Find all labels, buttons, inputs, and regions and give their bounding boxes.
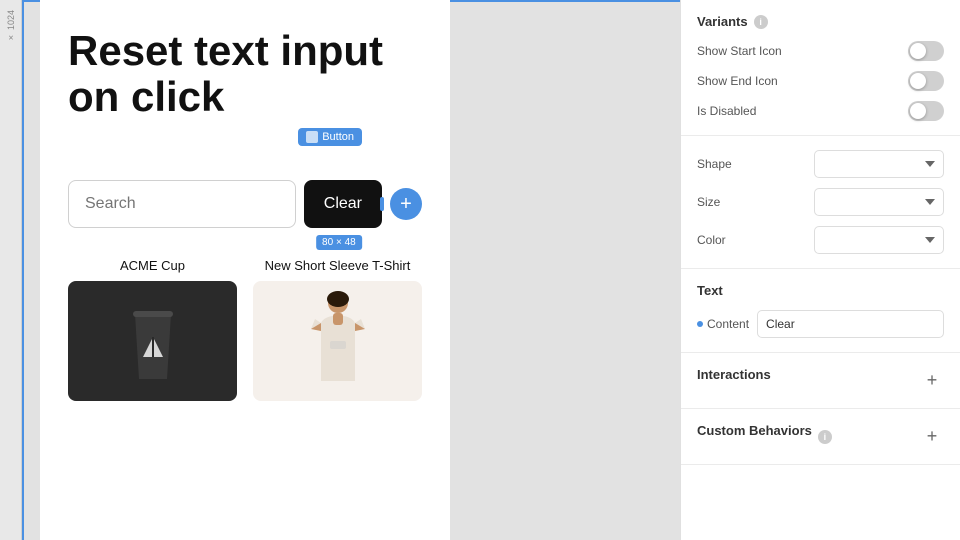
resize-handle-right[interactable] (380, 197, 384, 211)
product-name-cup: ACME Cup (68, 258, 237, 273)
color-select[interactable] (814, 226, 944, 254)
page-title: Reset text input on click (68, 28, 422, 120)
button-popup: Button (298, 128, 362, 148)
canvas-frame: Reset text input on click Button (40, 0, 450, 540)
product-card-tshirt: New Short Sleeve T-Shirt (253, 258, 422, 401)
clear-button[interactable]: Clear (304, 180, 382, 228)
search-input[interactable] (68, 180, 296, 228)
button-tag: Button (298, 128, 362, 146)
show-start-icon-row: Show Start Icon (697, 41, 944, 61)
products-grid: ACME Cup (68, 258, 422, 401)
button-tag-label: Button (322, 131, 354, 143)
color-row: Color (697, 226, 944, 254)
content-dot (697, 321, 703, 327)
canvas-area: × 1024 Reset text input on click Button (0, 0, 680, 540)
shape-size-color-section: Shape Size Color (681, 136, 960, 269)
add-button[interactable]: + (390, 188, 422, 220)
shape-select[interactable] (814, 150, 944, 178)
right-panel: Variants i Show Start Icon Show End Icon… (680, 0, 960, 540)
search-input-wrapper (68, 180, 296, 228)
is-disabled-label: Is Disabled (697, 104, 756, 118)
ruler-label: × 1024 (6, 10, 16, 43)
tshirt-svg (303, 291, 373, 391)
custom-behaviors-info-icon: i (818, 430, 832, 444)
product-name-tshirt: New Short Sleeve T-Shirt (253, 258, 422, 273)
product-image-tshirt (253, 281, 422, 401)
shape-row: Shape (697, 150, 944, 178)
content-label: Content (697, 317, 749, 331)
selection-line-left (22, 0, 24, 540)
is-disabled-row: Is Disabled (697, 101, 944, 121)
text-title: Text (697, 283, 944, 298)
text-title-text: Text (697, 283, 723, 298)
color-label: Color (697, 233, 726, 247)
content-row: Content (697, 310, 944, 338)
content-input[interactable] (757, 310, 944, 338)
custom-behaviors-section: Custom Behaviors i + (681, 409, 960, 465)
variants-info-icon: i (754, 15, 768, 29)
show-start-icon-toggle[interactable] (908, 41, 944, 61)
interactions-row: Interactions + (697, 367, 944, 394)
text-section: Text Content (681, 269, 960, 353)
is-disabled-toggle[interactable] (908, 101, 944, 121)
show-end-icon-label: Show End Icon (697, 74, 778, 88)
size-row: Size (697, 188, 944, 216)
show-end-icon-row: Show End Icon (697, 71, 944, 91)
custom-behaviors-add-button[interactable]: + (920, 425, 944, 449)
cup-svg (123, 299, 183, 384)
product-image-cup (68, 281, 237, 401)
ruler-vertical: × 1024 (0, 0, 22, 540)
variants-section: Variants i Show Start Icon Show End Icon… (681, 0, 960, 136)
custom-behaviors-title: Custom Behaviors (697, 423, 812, 438)
search-row: Button Clear 80 × 48 + (68, 180, 422, 228)
size-label: Size (697, 195, 720, 209)
size-badge: 80 × 48 (316, 235, 362, 250)
show-end-icon-toggle[interactable] (908, 71, 944, 91)
size-select[interactable] (814, 188, 944, 216)
button-icon-sq (306, 131, 318, 143)
custom-behaviors-row: Custom Behaviors i + (697, 423, 944, 450)
app-layout: × 1024 Reset text input on click Button (0, 0, 960, 540)
variants-title: Variants i (697, 14, 944, 29)
content-label-text: Content (707, 317, 749, 331)
interactions-add-button[interactable]: + (920, 369, 944, 393)
interactions-section: Interactions + (681, 353, 960, 409)
product-card-cup: ACME Cup (68, 258, 237, 401)
clear-button-container: Clear 80 × 48 (296, 180, 382, 228)
show-start-icon-label: Show Start Icon (697, 44, 782, 58)
shape-label: Shape (697, 157, 732, 171)
variants-title-text: Variants (697, 14, 748, 29)
canvas-inner: Reset text input on click Button (40, 0, 450, 401)
interactions-title: Interactions (697, 367, 771, 382)
